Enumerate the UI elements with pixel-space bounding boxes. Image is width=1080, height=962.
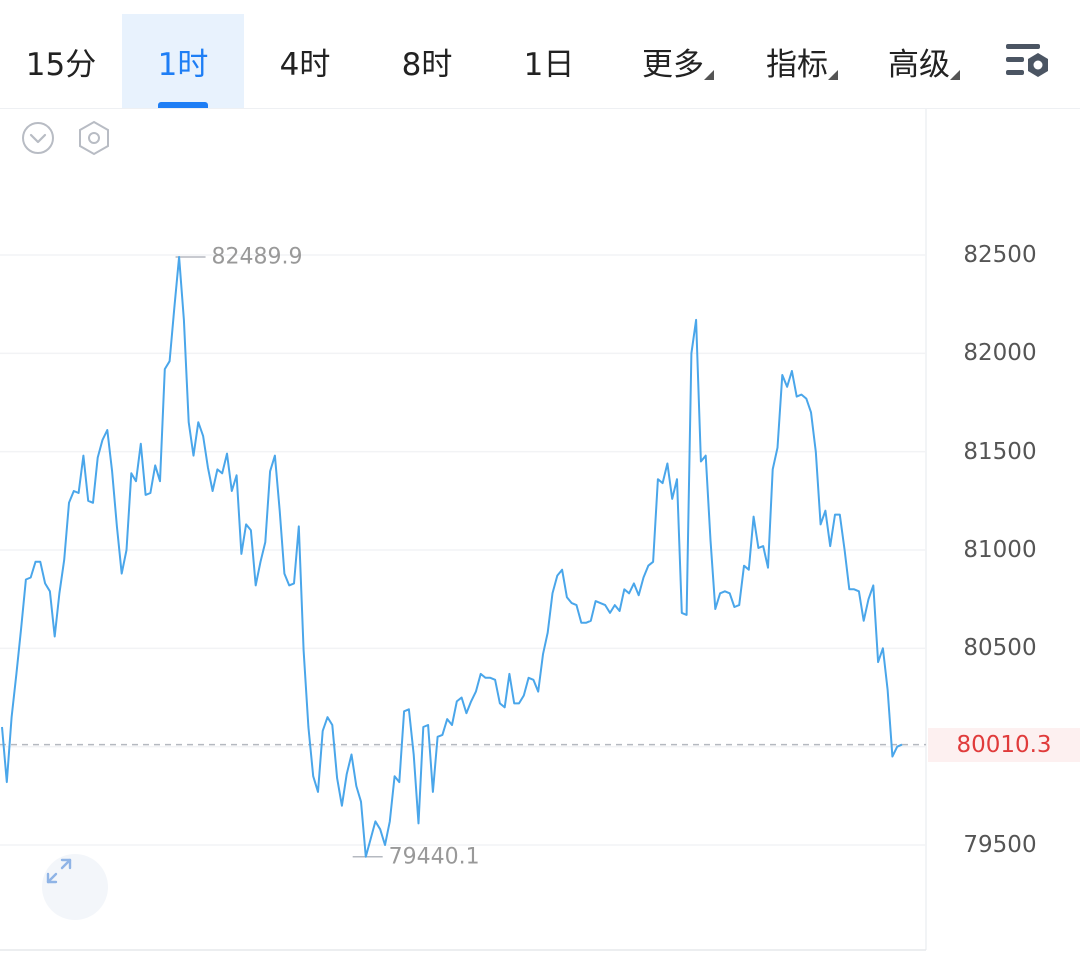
- dropdown-caret-icon: [950, 70, 960, 80]
- tab-15m[interactable]: 15分: [0, 14, 122, 108]
- low-price-label: 79440.1: [388, 844, 480, 870]
- expand-chart-button[interactable]: [42, 854, 108, 920]
- tab-label: 8时: [401, 46, 453, 83]
- reference-lines: [0, 256, 926, 858]
- y-tick-label: 82500: [963, 242, 1037, 268]
- high-price-label: 82489.9: [211, 244, 303, 270]
- y-tick-label: 82000: [963, 340, 1037, 367]
- dropdown-caret-icon: [704, 70, 714, 80]
- current-price-tag: 80010.3: [928, 727, 1080, 762]
- price-chart[interactable]: 82500 82000 81500 81000 80500 79500 80010.3 8…: [0, 108, 1080, 962]
- tab-more[interactable]: 更多: [612, 14, 734, 108]
- tab-label: 4时: [279, 46, 331, 83]
- y-tick-label: 81500: [963, 438, 1037, 465]
- y-tick-label: 80500: [963, 635, 1037, 662]
- tab-advanced[interactable]: 高级: [858, 14, 980, 108]
- tab-label: 指标: [766, 46, 828, 83]
- chart-canvas: [0, 108, 927, 951]
- price-series: [1, 256, 903, 858]
- tab-label: 1日: [523, 46, 575, 83]
- tab-label: 高级: [888, 46, 950, 83]
- tab-4h[interactable]: 4时: [244, 14, 366, 108]
- tab-1d[interactable]: 1日: [488, 14, 610, 108]
- timeframe-tabbar: 15分 1时 4时 8时 1日 更多 指标 高级: [0, 0, 1080, 109]
- dropdown-caret-icon: [828, 70, 838, 80]
- y-tick-label: 81000: [963, 537, 1037, 563]
- tab-label: 1时: [157, 46, 209, 83]
- indicator-visibility-button[interactable]: [74, 118, 114, 158]
- tab-label: 更多: [642, 46, 704, 83]
- chart-settings-button[interactable]: [1000, 36, 1056, 86]
- chevron-down-circle-icon: [22, 122, 54, 154]
- current-price-value: 80010.3: [956, 731, 1052, 758]
- expand-arrows-icon: [46, 858, 72, 884]
- chart-grid: [0, 108, 927, 951]
- y-tick-label: 79500: [963, 832, 1037, 858]
- tab-8h[interactable]: 8时: [366, 14, 488, 108]
- tab-1h[interactable]: 1时: [122, 14, 244, 108]
- hexagon-settings-icon: [79, 120, 109, 156]
- collapse-button[interactable]: [20, 120, 56, 156]
- tab-label: 15分: [25, 46, 97, 83]
- price-line: [1, 256, 903, 858]
- chart-settings-icon: [1006, 44, 1048, 77]
- tab-indicators[interactable]: 指标: [736, 14, 858, 108]
